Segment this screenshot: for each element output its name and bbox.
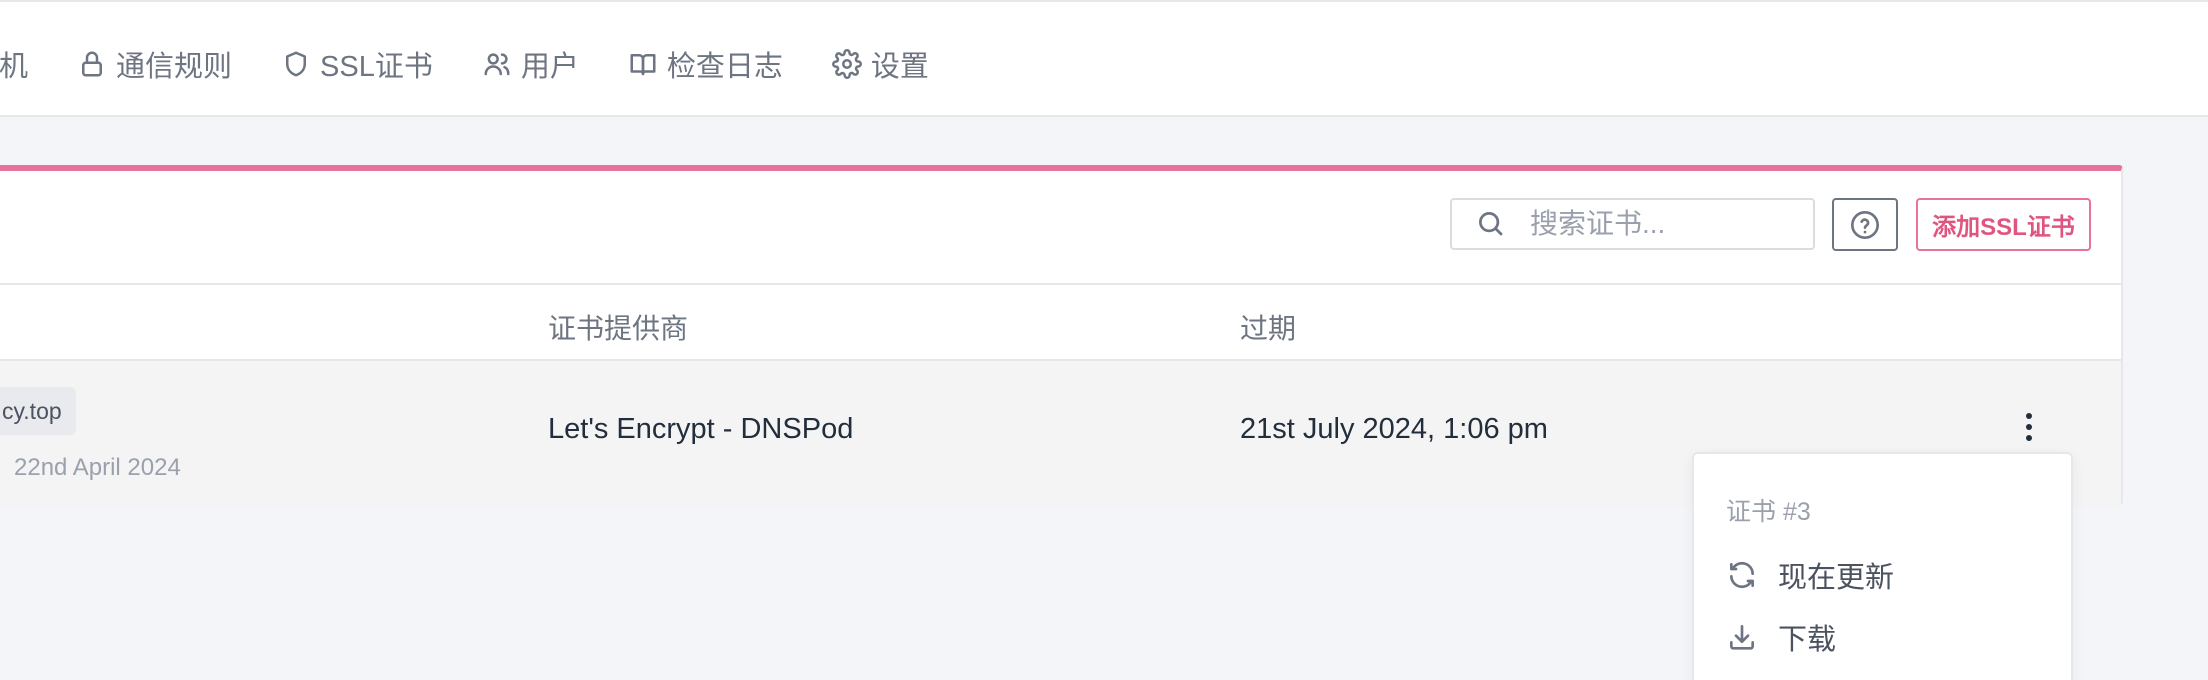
book-icon: [630, 54, 656, 76]
nav-item-settings[interactable]: 设置: [831, 43, 929, 85]
search-input[interactable]: [1530, 208, 1790, 240]
search-icon: [1479, 212, 1503, 236]
main-nav: 主机 通信规则 SSL证书 用户 检查日志 设置: [0, 42, 978, 86]
nav-item-audit-log[interactable]: 检查日志: [628, 43, 783, 85]
nav-item-label: 主机: [0, 51, 29, 83]
expiry-cell: 21st July 2024, 1:06 pm: [1240, 413, 1548, 445]
row-actions-menu: 证书 #3 现在更新 下载: [1692, 452, 2073, 680]
gear-icon: [831, 49, 862, 79]
nav-item-hosts[interactable]: 主机: [0, 43, 28, 85]
lock-icon: [82, 51, 103, 77]
add-ssl-certificate-button[interactable]: 添加SSL证书: [1916, 198, 2091, 251]
domain-tag: cy.top: [0, 387, 76, 435]
column-header-expires[interactable]: 过期: [1240, 307, 1296, 347]
card-header: 添加SSL证书: [0, 171, 2121, 285]
download-icon: [1730, 625, 1754, 650]
nav-item-label: 通信规则: [116, 51, 233, 83]
column-header-provider[interactable]: 证书提供商: [548, 307, 688, 347]
search-box[interactable]: [1450, 198, 1815, 250]
help-button[interactable]: [1832, 198, 1898, 251]
row-actions-button[interactable]: [2017, 407, 2041, 447]
nav-item-label: SSL证书: [320, 51, 433, 83]
menu-header: 证书 #3: [1726, 498, 1811, 526]
table-header: 证书提供商 过期: [0, 285, 2121, 361]
nav-item-users[interactable]: 用户: [482, 43, 579, 85]
menu-item-label: 下载: [1778, 624, 1837, 656]
nav-item-label: 用户: [520, 51, 579, 83]
nav-item-label: 设置: [870, 51, 929, 83]
menu-item-label: 现在更新: [1778, 562, 1895, 594]
created-date: 22nd April 2024: [14, 454, 181, 481]
menu-item-renew-now[interactable]: 现在更新: [1726, 554, 1894, 596]
refresh-icon: [1730, 561, 1754, 589]
help-circle-icon: [1851, 210, 1879, 239]
top-nav-bar: 主机 通信规则 SSL证书 用户 检查日志 设置: [0, 0, 2208, 117]
nav-item-label: 检查日志: [666, 51, 783, 83]
shield-icon: [286, 51, 307, 77]
nav-item-access-rules[interactable]: 通信规则: [77, 43, 232, 85]
users-icon: [484, 53, 510, 76]
more-vertical-icon: [2026, 413, 2032, 441]
nav-item-ssl-certificates[interactable]: SSL证书: [281, 43, 433, 85]
provider-cell: Let's Encrypt - DNSPod: [548, 413, 854, 445]
menu-item-download[interactable]: 下载: [1726, 616, 1836, 658]
